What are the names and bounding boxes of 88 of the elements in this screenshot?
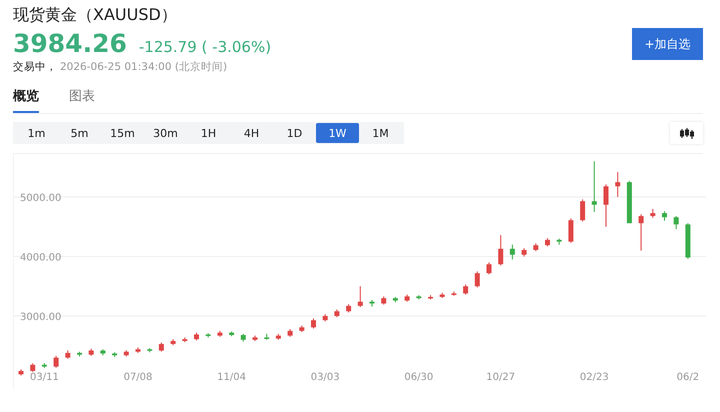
period-button[interactable]: 1D [273, 123, 316, 143]
candle [592, 160, 597, 212]
candle [486, 262, 492, 275]
period-button[interactable]: 1W [316, 123, 359, 143]
chart-type-button[interactable] [670, 122, 703, 144]
candle [440, 292, 445, 299]
candle [334, 308, 340, 318]
x-axis-label: 06/2 [676, 372, 700, 383]
candle [206, 332, 211, 338]
candle [416, 294, 422, 300]
candle [498, 234, 504, 266]
y-axis-label: 4000.00 [20, 252, 62, 264]
candle [615, 172, 620, 198]
candle [522, 248, 527, 257]
candle [370, 299, 374, 307]
period-button[interactable]: 1m [15, 123, 58, 143]
y-axis-label: 5000.00 [20, 193, 62, 204]
candlestick-icon [680, 128, 694, 138]
candle [54, 355, 59, 368]
candle [147, 348, 152, 353]
candle [322, 314, 328, 322]
candle [276, 333, 281, 340]
candle [124, 350, 129, 357]
candle [42, 362, 47, 369]
candle [685, 222, 690, 260]
candle [428, 294, 433, 300]
candle [474, 270, 480, 288]
add-watchlist-button[interactable]: +加自选 [632, 28, 703, 60]
period-button[interactable]: 1M [359, 123, 402, 143]
period-button[interactable]: 1H [187, 123, 230, 143]
candle [182, 336, 188, 343]
candle [311, 318, 316, 329]
candle [568, 218, 574, 244]
candle [662, 210, 667, 222]
candle [229, 330, 234, 337]
candle [580, 198, 586, 222]
candle [88, 348, 94, 356]
trading-status: 交易中， [13, 60, 57, 74]
candle [194, 332, 199, 341]
candle [510, 244, 515, 260]
tab[interactable]: 概览 [13, 87, 39, 113]
candle [299, 325, 304, 333]
y-axis-label: 3000.00 [20, 312, 62, 323]
price: 3984.26 [13, 29, 127, 59]
candle [545, 238, 550, 247]
candle [18, 369, 24, 376]
candle [30, 362, 36, 372]
candle [100, 348, 106, 356]
candle [77, 351, 82, 357]
period-button[interactable]: 5m [58, 123, 101, 143]
candle [264, 333, 270, 340]
candle [626, 180, 632, 224]
candle [556, 238, 562, 246]
candle [346, 304, 352, 313]
candle [158, 342, 164, 352]
candle [463, 284, 468, 296]
candle [240, 333, 246, 342]
candle [170, 338, 176, 346]
period-button[interactable]: 15m [101, 123, 144, 143]
period-button[interactable]: 4H [230, 123, 273, 143]
candle [288, 328, 293, 338]
candle [404, 294, 410, 302]
candle [381, 296, 386, 306]
candle [533, 242, 538, 252]
candle [638, 214, 644, 252]
x-axis-label: 07/08 [124, 372, 152, 383]
timestamp: 2026-06-25 01:34:00 (北京时间) [60, 60, 228, 74]
x-axis-label: 11/04 [217, 372, 246, 383]
candle [252, 335, 258, 342]
candle [650, 208, 656, 218]
candle [674, 216, 679, 230]
period-button[interactable]: 30m [144, 123, 187, 143]
candle [392, 296, 398, 303]
candle [217, 330, 222, 338]
candle [451, 291, 456, 296]
price-change: -125.79 ( -3.06%) [138, 38, 272, 56]
candle [604, 184, 608, 228]
candle [112, 352, 118, 358]
instrument-title: 现货黄金（XAUUSD） [13, 4, 178, 26]
candle [136, 347, 140, 354]
x-axis-label: 10/27 [486, 372, 516, 383]
candle [65, 350, 70, 360]
x-axis-label: 06/30 [404, 372, 434, 383]
x-axis-label: 03/03 [310, 372, 340, 383]
x-axis-label: 03/11 [30, 372, 59, 383]
x-axis-label: 02/23 [580, 372, 609, 383]
candle [358, 286, 363, 308]
tab[interactable]: 图表 [69, 87, 95, 113]
